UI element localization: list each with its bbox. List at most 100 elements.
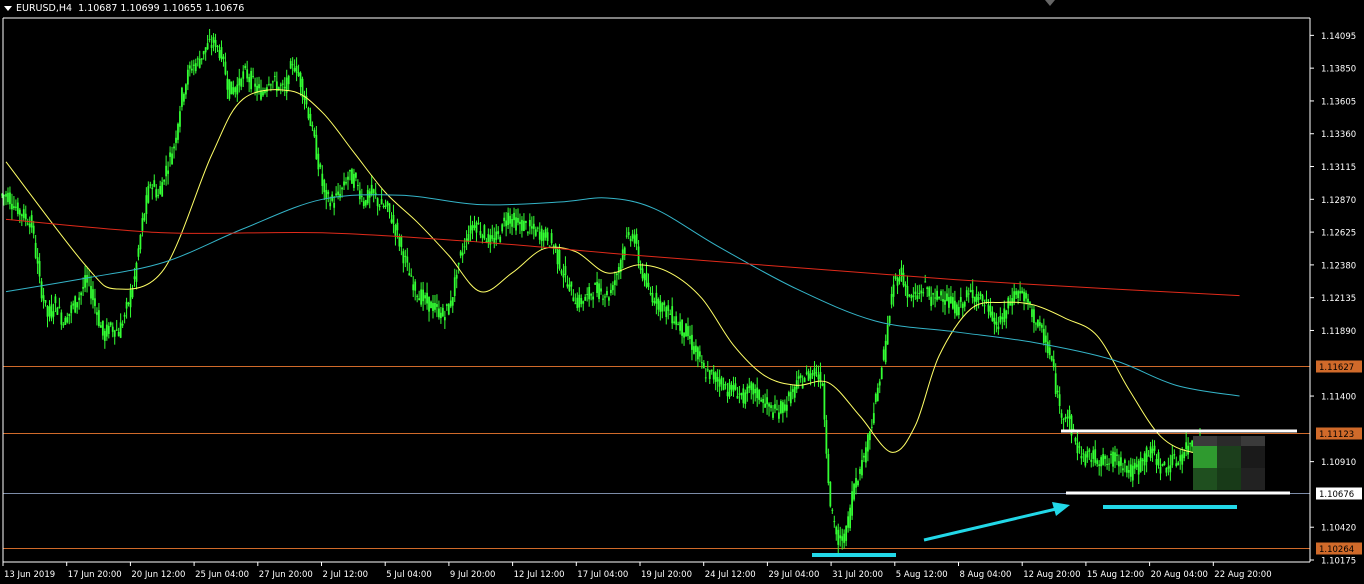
candle-body — [313, 129, 316, 137]
price-chart[interactable]: 1.11627 1.11123 1.10676 1.10264 1.14095 1.13… — [0, 0, 1364, 584]
candle-body — [807, 370, 810, 381]
candle-body — [799, 375, 802, 378]
candle-body — [815, 372, 818, 374]
candle-body — [876, 387, 879, 401]
candle-body — [161, 182, 164, 197]
candle-body — [1131, 465, 1134, 481]
candle-body — [319, 164, 322, 168]
candle-body — [1017, 291, 1020, 299]
pixelated-block — [1193, 446, 1217, 468]
candle-body — [1003, 308, 1006, 323]
candle-body — [1120, 457, 1122, 466]
candle-body — [675, 316, 678, 325]
candle-body — [598, 283, 600, 299]
candle-body — [149, 184, 152, 186]
candle-body — [774, 404, 776, 409]
candle-body — [1076, 442, 1079, 454]
candle-body — [847, 516, 850, 528]
x-tick-label: 5 Jul 04:00 — [386, 570, 432, 580]
candle-body — [700, 362, 703, 364]
candle-body — [505, 220, 508, 227]
candle-body — [1068, 409, 1071, 420]
candle-body — [730, 384, 733, 390]
candle-body — [214, 39, 217, 47]
candle-body — [351, 169, 353, 184]
candle-body — [471, 224, 474, 231]
y-tick-label: 1.10910 — [1321, 458, 1356, 468]
candle-body — [910, 295, 913, 299]
candle-body — [677, 324, 680, 326]
candle-body — [576, 297, 579, 309]
candle-body — [865, 447, 867, 463]
candle-body — [859, 468, 861, 474]
candle-body — [728, 382, 731, 397]
candle-body — [487, 234, 490, 243]
candle-body — [695, 345, 697, 353]
candle-body — [382, 206, 385, 208]
candle-body — [997, 326, 1000, 330]
candle-body — [103, 330, 106, 341]
level-label: 1.11123 — [1319, 430, 1354, 440]
candle-body — [1137, 460, 1140, 475]
candle-body — [944, 299, 946, 305]
candle-body — [783, 404, 786, 411]
candle-body — [268, 83, 270, 85]
candle-body — [220, 47, 223, 60]
candle-body — [325, 190, 328, 199]
candle-body — [196, 58, 199, 60]
candle-body — [258, 84, 260, 89]
y-tick-label: 1.12135 — [1321, 294, 1356, 304]
candle-body — [526, 232, 529, 234]
candle-body — [625, 235, 628, 237]
candle-body — [1159, 467, 1162, 474]
candle-body — [56, 307, 59, 315]
candle-body — [760, 399, 763, 402]
candle-body — [317, 153, 320, 170]
candle-body — [641, 268, 644, 279]
candle-body — [24, 213, 27, 220]
candle-body — [343, 181, 345, 186]
candle-body — [523, 220, 525, 231]
candle-body — [406, 256, 409, 263]
candle-body — [18, 209, 21, 215]
candle-body — [1040, 324, 1043, 328]
candle-body — [327, 191, 330, 195]
candle-body — [1092, 450, 1095, 459]
candle-body — [912, 295, 915, 297]
y-tick-label: 1.11890 — [1321, 327, 1356, 337]
candle-body — [473, 225, 476, 228]
candle-body — [971, 289, 974, 298]
candle-body — [1185, 442, 1188, 450]
candle-body — [750, 382, 753, 391]
candle-body — [297, 71, 300, 76]
candle-body — [54, 296, 57, 304]
candle-body — [791, 389, 794, 392]
candle-body — [706, 369, 709, 371]
candle-body — [511, 218, 513, 227]
y-tick-label: 1.10175 — [1321, 557, 1356, 567]
y-tick-label: 1.14095 — [1321, 32, 1356, 42]
candle-body — [811, 373, 814, 375]
candle-body — [418, 298, 421, 301]
candle-body — [127, 302, 130, 305]
candle-body — [447, 304, 450, 315]
candle-body — [936, 290, 938, 300]
shift-marker-icon — [1045, 0, 1055, 6]
pixelated-block — [1241, 446, 1265, 468]
candle-body — [364, 200, 367, 206]
candle-body — [129, 290, 132, 308]
candle-body — [228, 79, 231, 99]
candle-body — [525, 220, 527, 223]
candle-body — [38, 261, 41, 277]
trend-arrow-head-icon — [1052, 502, 1070, 516]
candle-body — [76, 302, 79, 308]
candle-body — [645, 272, 648, 287]
candle-body — [1114, 452, 1116, 462]
candle-body — [137, 248, 140, 257]
candle-body — [671, 306, 674, 324]
candle-body — [704, 377, 707, 379]
candle-body — [311, 125, 314, 127]
candle-body — [101, 320, 104, 336]
candle-body — [926, 287, 929, 290]
x-tick-label: 25 Jun 04:00 — [195, 570, 249, 580]
